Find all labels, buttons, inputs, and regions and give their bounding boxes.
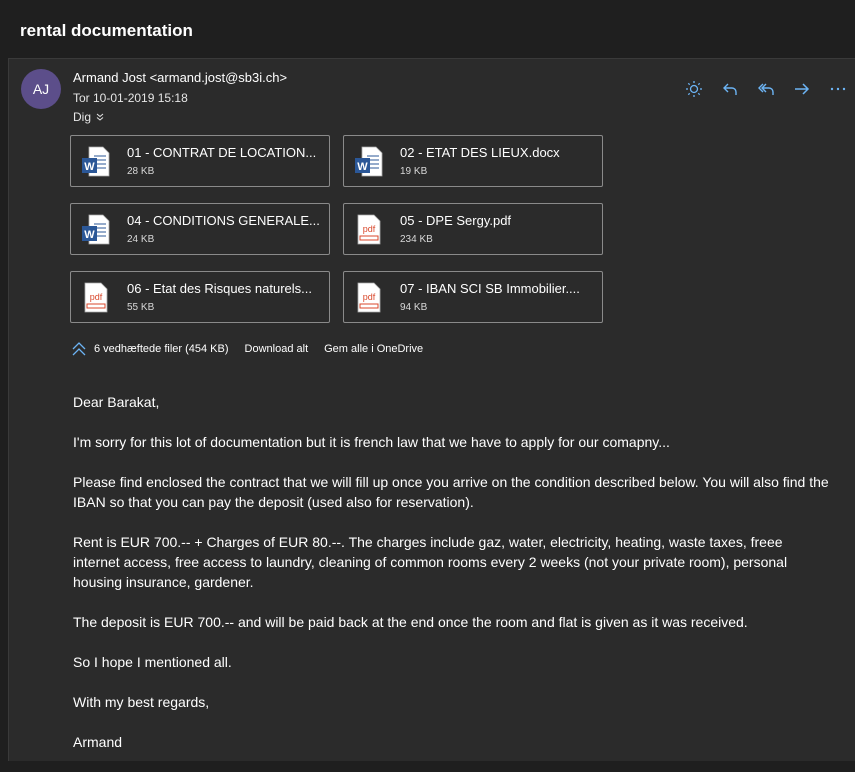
more-icon	[830, 87, 846, 91]
body-paragraph: I'm sorry for this lot of documentation …	[73, 434, 670, 450]
message-body: Dear Barakat, I'm sorry for this lot of …	[73, 392, 833, 772]
word-doc-icon: W	[82, 214, 110, 245]
pdf-icon: pdf	[84, 282, 108, 313]
attachment-size: 55 KB	[127, 302, 155, 313]
signature: Armand	[73, 734, 123, 750]
download-all-link[interactable]: Download alt	[245, 343, 309, 355]
attachment-name: 07 - IBAN SCI SB Immobilier....	[400, 281, 580, 296]
pdf-icon: pdf	[357, 282, 381, 313]
attachment-size: 19 KB	[400, 166, 428, 177]
reply-icon	[723, 83, 737, 95]
sender[interactable]: Armand Jost <armand.jost@sb3i.ch>	[73, 70, 287, 85]
body-paragraph: Rent is EUR 700.-- + Charges of EUR 80.-…	[73, 534, 788, 590]
attachment-size: 28 KB	[127, 166, 155, 177]
closing: With my best regards,	[73, 694, 210, 710]
body-paragraph: So I hope I mentioned all.	[73, 654, 232, 670]
collapse-attachments-icon[interactable]	[70, 340, 88, 358]
attachment-name: 04 - CONDITIONS GENERALE...	[127, 213, 320, 228]
email-subject: rental documentation	[20, 21, 193, 40]
attachment-card[interactable]: pdf 06 - Etat des Risques naturels... 55…	[70, 271, 330, 323]
reply-all-button[interactable]	[748, 78, 784, 100]
attachment-name: 05 - DPE Sergy.pdf	[400, 213, 512, 228]
attachment-card[interactable]: W 02 - ETAT DES LIEUX.docx 19 KB	[343, 135, 603, 187]
recipient-row[interactable]: Dig	[73, 110, 105, 124]
greeting: Dear Barakat,	[73, 394, 160, 410]
brightness-icon	[686, 81, 702, 97]
attachment-name: 06 - Etat des Risques naturels...	[127, 281, 312, 296]
brightness-button[interactable]	[676, 78, 712, 100]
reply-button[interactable]	[712, 78, 748, 100]
word-doc-icon: W	[355, 146, 383, 177]
word-doc-icon: W	[82, 146, 110, 177]
forward-button[interactable]	[784, 78, 820, 100]
attachment-size: 94 KB	[400, 302, 428, 313]
attachment-card[interactable]: pdf 07 - IBAN SCI SB Immobilier.... 94 K…	[343, 271, 603, 323]
attachment-summary: 6 vedhæftede filer (454 KB) Download alt…	[70, 340, 423, 358]
attachment-name: 01 - CONTRAT DE LOCATION...	[127, 145, 317, 160]
avatar[interactable]: AJ	[21, 69, 61, 109]
svg-text:W: W	[357, 161, 368, 173]
more-options-button[interactable]	[820, 78, 855, 100]
svg-text:W: W	[84, 161, 95, 173]
attachment-size: 234 KB	[400, 234, 433, 245]
expand-chevron-icon[interactable]	[95, 112, 105, 122]
svg-text:pdf: pdf	[363, 292, 376, 302]
attachment-card[interactable]: W 04 - CONDITIONS GENERALE... 24 KB	[70, 203, 330, 255]
save-to-onedrive-link[interactable]: Gem alle i OneDrive	[324, 343, 423, 355]
attachment-count: 6 vedhæftede filer (454 KB)	[94, 343, 229, 355]
svg-text:pdf: pdf	[90, 292, 103, 302]
subject-bar: rental documentation	[0, 0, 855, 58]
body-paragraph: The deposit is EUR 700.-- and will be pa…	[73, 614, 748, 630]
body-paragraph: Please find enclosed the contract that w…	[73, 474, 829, 510]
attachment-name: 02 - ETAT DES LIEUX.docx	[400, 145, 560, 160]
attachment-card[interactable]: W 01 - CONTRAT DE LOCATION... 28 KB	[70, 135, 330, 187]
attachment-size: 24 KB	[127, 234, 155, 245]
svg-text:pdf: pdf	[363, 224, 376, 234]
svg-text:W: W	[84, 229, 95, 241]
forward-icon	[795, 83, 810, 95]
sent-date: Tor 10-01-2019 15:18	[73, 91, 188, 105]
message-actions	[676, 78, 855, 100]
reply-all-icon	[758, 83, 774, 95]
pdf-icon: pdf	[357, 214, 381, 245]
recipient-label: Dig	[73, 110, 92, 124]
attachment-card[interactable]: pdf 05 - DPE Sergy.pdf 234 KB	[343, 203, 603, 255]
